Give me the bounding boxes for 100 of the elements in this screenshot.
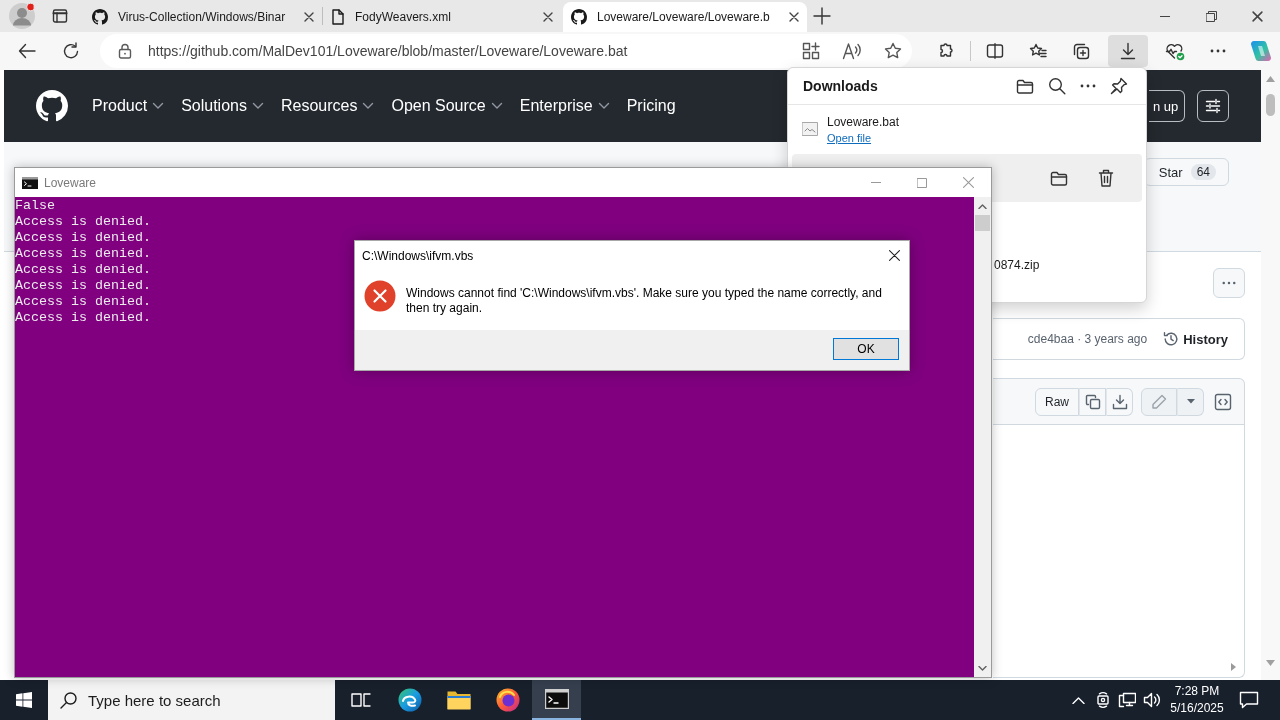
split-screen-icon[interactable] (986, 43, 1004, 59)
history-icon (1163, 331, 1180, 347)
more-icon[interactable] (1210, 49, 1226, 53)
favorites-icon[interactable] (1029, 42, 1047, 60)
close-icon[interactable] (543, 12, 553, 22)
pencil-icon (1151, 393, 1167, 410)
minimize-icon[interactable] (1160, 15, 1170, 17)
download-item[interactable]: Loveware.bat Open file (788, 105, 1146, 153)
collections-icon[interactable] (1072, 42, 1090, 60)
code-icon[interactable] (1214, 392, 1232, 411)
dialog-message: Windows cannot find 'C:\Windows\ifvm.vbs'. Make sure you typed the name correctly, and then try again. (406, 286, 883, 316)
browser-tab[interactable]: Virus-Collection/Windows/Binar (84, 2, 322, 32)
windows-logo-icon[interactable] (16, 692, 32, 708)
page-icon (331, 9, 345, 25)
scrollbar-thumb[interactable] (1266, 94, 1275, 116)
open-file-link[interactable]: Open file (827, 131, 872, 144)
assistant-icon[interactable] (1250, 40, 1272, 62)
console-line: Access is denied. (15, 278, 151, 294)
history-button[interactable]: History (1163, 331, 1228, 347)
close-icon[interactable] (1251, 10, 1263, 22)
more-icon[interactable] (1080, 84, 1096, 88)
read-aloud-icon[interactable] (842, 42, 862, 60)
github-logo-icon[interactable] (36, 90, 68, 122)
heart-pulse-icon[interactable] (1165, 41, 1185, 61)
lock-icon[interactable] (118, 43, 132, 59)
sliders-button[interactable] (1197, 90, 1229, 122)
scrollbar-thumb[interactable] (975, 215, 990, 231)
puzzle-icon[interactable] (937, 42, 955, 60)
copy-icon (1084, 393, 1101, 410)
window-title: Loveware (44, 175, 97, 190)
window-icon[interactable] (52, 8, 68, 24)
caret-icon (1186, 399, 1195, 404)
close-icon[interactable] (889, 250, 900, 261)
download-button[interactable] (1108, 35, 1148, 67)
sliders-icon (1205, 98, 1221, 114)
nav-menu[interactable]: Resources (280, 97, 375, 115)
browser-tab[interactable]: FodyWeavers.xml (323, 2, 561, 32)
browser-tab[interactable]: Loveware/Loveware/Loveware.b (563, 2, 807, 32)
terminal-icon (544, 689, 569, 709)
webcam-icon[interactable] (1096, 691, 1110, 709)
avatar-icon[interactable] (8, 2, 36, 30)
close-icon[interactable] (304, 12, 314, 22)
console-line: False (15, 198, 55, 214)
download-button[interactable] (1106, 387, 1133, 416)
github-logo-icon (92, 9, 108, 25)
nav-link[interactable]: Pricing (626, 97, 676, 115)
star-count: 64 (1190, 164, 1216, 180)
wave-logo-icon[interactable] (397, 688, 422, 712)
back-arrow-icon[interactable] (18, 43, 36, 59)
address-bar[interactable]: https://github.com/MalDev101/Loveware/blob/master/Loveware/Loveware.bat (100, 34, 912, 68)
close-icon[interactable] (789, 12, 799, 22)
plus-icon[interactable] (813, 7, 831, 25)
clock-date[interactable]: 5/16/2025 (1170, 700, 1224, 717)
nav-menu[interactable]: Open Source (391, 97, 503, 115)
clock-time[interactable]: 7:28 PM (1174, 683, 1220, 700)
raw-button[interactable]: Raw (1035, 387, 1079, 416)
search-icon[interactable] (1048, 77, 1066, 95)
nav-menu[interactable]: Solutions (181, 97, 264, 115)
console-line: Access is denied. (15, 246, 151, 262)
copy-button[interactable] (1079, 387, 1106, 416)
refresh-icon[interactable] (62, 42, 80, 60)
trash-icon[interactable] (1098, 169, 1114, 187)
console-line: Access is denied. (15, 262, 151, 278)
search-icon (60, 692, 77, 709)
console-line: Access is denied. (15, 294, 151, 310)
scroll-right-icon[interactable] (1231, 663, 1236, 671)
flame-logo-icon[interactable] (495, 688, 520, 712)
folder-icon[interactable] (446, 690, 471, 710)
panel-title: Downloads (803, 78, 878, 94)
folder-icon[interactable] (1016, 77, 1034, 95)
folder-icon[interactable] (1050, 169, 1068, 187)
nav-menu[interactable]: Enterprise (519, 97, 610, 115)
console-line: Access is denied. (15, 230, 151, 246)
volume-icon[interactable] (1143, 692, 1161, 708)
download-item[interactable]: 0874.zip (993, 202, 1146, 272)
download-icon (1119, 42, 1137, 60)
commit-info: cde4baa · 3 years ago (1027, 332, 1148, 346)
nav-menu[interactable]: Product (92, 97, 165, 115)
dialog-title: C:\Windows\ifvm.vbs (362, 248, 474, 263)
pin-icon[interactable] (1110, 77, 1128, 95)
search-field[interactable]: Type here to search (48, 680, 335, 720)
maximize-icon[interactable] (917, 177, 927, 188)
ok-button[interactable]: OK (833, 338, 899, 360)
notification-icon[interactable] (1239, 691, 1259, 709)
dropdown-button[interactable] (1177, 387, 1204, 416)
task-view-icon[interactable] (350, 691, 371, 709)
github-logo-icon (571, 9, 587, 25)
more-icon (1222, 281, 1236, 285)
console-icon (22, 176, 38, 189)
console-line: Access is denied. (15, 214, 151, 230)
header-button[interactable]: n up (1149, 90, 1185, 122)
terminal-button[interactable] (532, 680, 581, 720)
app-grid-icon[interactable] (802, 42, 820, 60)
restore-icon[interactable] (1205, 10, 1217, 22)
network-icon[interactable] (1118, 692, 1136, 708)
chevron-down-icon[interactable] (978, 666, 987, 671)
file-name: Loveware.bat (827, 114, 900, 129)
error-icon (364, 280, 396, 312)
star-icon[interactable] (884, 42, 902, 60)
file-name: 0874.zip (994, 258, 1040, 272)
